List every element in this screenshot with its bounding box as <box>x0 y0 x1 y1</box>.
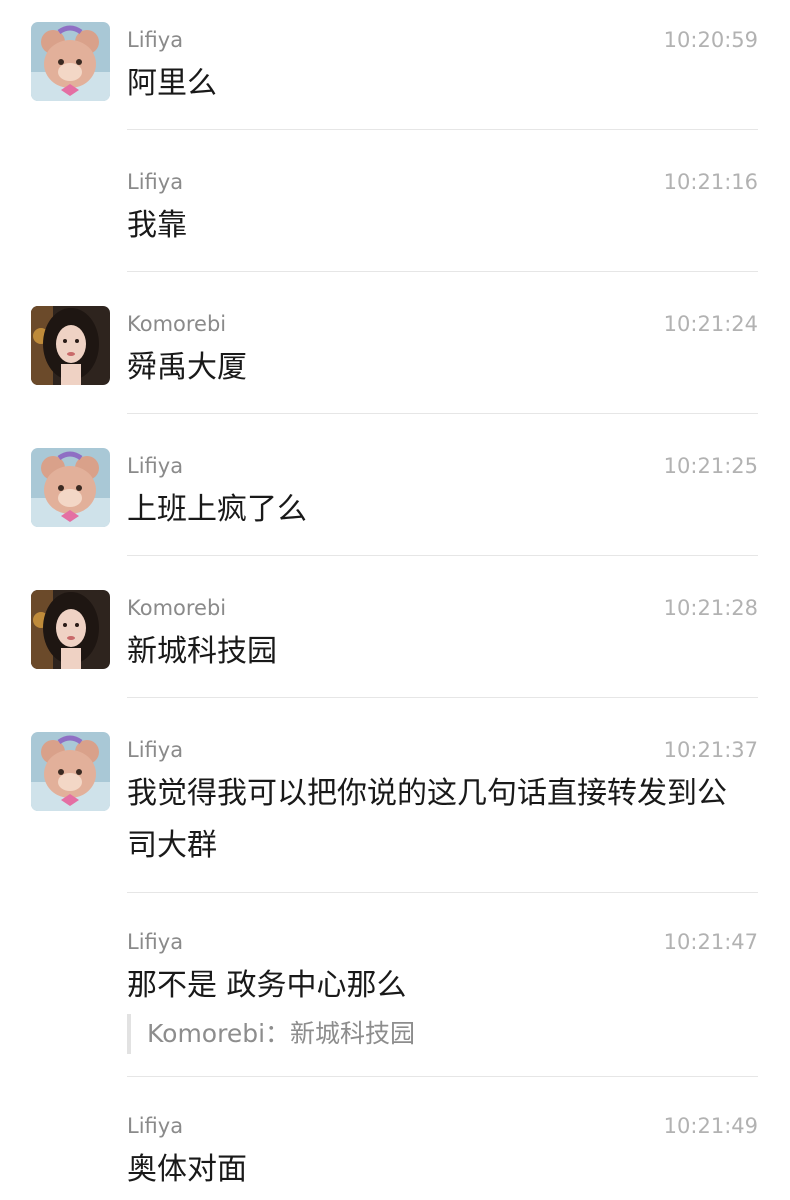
sender-name: Lifiya <box>127 454 184 478</box>
message-timestamp: 10:21:25 <box>663 454 758 478</box>
lifiya-avatar[interactable] <box>31 22 110 101</box>
message-text: 我觉得我可以把你说的这几句话直接转发到公司大群 <box>127 776 727 863</box>
message-timestamp: 10:21:16 <box>663 170 758 194</box>
message-text: 奥体对面 <box>127 1152 247 1187</box>
quoted-reply[interactable]: Komorebi：新城科技园 <box>127 1014 415 1054</box>
chat-message-list: Lifiya 10:20:59 阿里么 Lifiya 10:21:16 我靠 K… <box>0 0 790 1200</box>
message-timestamp: 10:21:28 <box>663 596 758 620</box>
sender-name: Lifiya <box>127 1114 184 1138</box>
message-timestamp: 10:20:59 <box>663 28 758 52</box>
message-timestamp: 10:21:49 <box>663 1114 758 1138</box>
divider <box>127 413 758 414</box>
divider <box>127 129 758 130</box>
sender-name: Lifiya <box>127 930 184 954</box>
message-timestamp: 10:21:37 <box>663 738 758 762</box>
divider <box>127 555 758 556</box>
message-text: 那不是 政务中心那么 <box>127 968 407 1003</box>
sender-name: Lifiya <box>127 170 184 194</box>
message-timestamp: 10:21:47 <box>663 930 758 954</box>
divider <box>127 892 758 893</box>
divider <box>127 1076 758 1077</box>
sender-name: Komorebi <box>127 312 227 336</box>
sender-name: Komorebi <box>127 596 227 620</box>
sender-name: Lifiya <box>127 28 184 52</box>
message-timestamp: 10:21:24 <box>663 312 758 336</box>
message-text: 我靠 <box>127 208 187 243</box>
plush-toy-avatar-icon <box>31 22 110 101</box>
sender-name: Lifiya <box>127 738 184 762</box>
message-text: 舜禹大厦 <box>127 350 247 385</box>
divider <box>127 697 758 698</box>
message-text: 阿里么 <box>127 66 217 101</box>
message-text: 上班上疯了么 <box>127 492 307 527</box>
portrait-avatar-icon <box>31 590 110 669</box>
lifiya-avatar[interactable] <box>31 732 110 811</box>
portrait-avatar-icon <box>31 306 110 385</box>
komorebi-avatar[interactable] <box>31 306 110 385</box>
lifiya-avatar[interactable] <box>31 448 110 527</box>
divider <box>127 271 758 272</box>
komorebi-avatar[interactable] <box>31 590 110 669</box>
message-text: 新城科技园 <box>127 634 277 669</box>
plush-toy-avatar-icon <box>31 732 110 811</box>
plush-toy-avatar-icon <box>31 448 110 527</box>
